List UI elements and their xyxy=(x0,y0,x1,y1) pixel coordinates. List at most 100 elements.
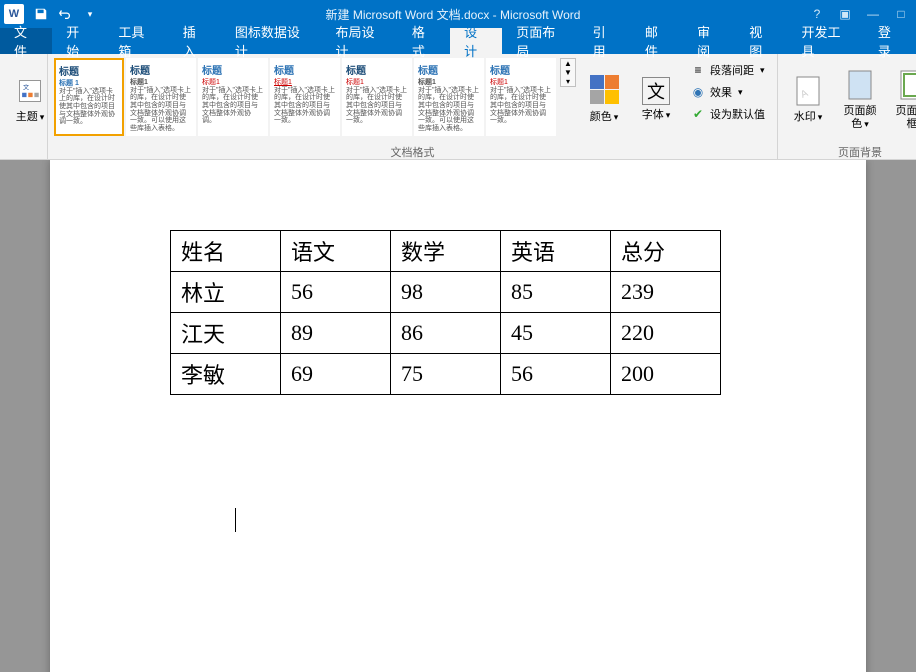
style-title: 标题 xyxy=(346,62,408,77)
effects-label: 效果 xyxy=(710,84,732,100)
table-cell[interactable]: 江天 xyxy=(171,313,281,354)
table-row[interactable]: 林立 56 98 85 239 xyxy=(171,272,721,313)
table-row[interactable]: 江天 89 86 45 220 xyxy=(171,313,721,354)
svg-text:文: 文 xyxy=(23,84,29,92)
tab-references[interactable]: 引用 xyxy=(579,28,631,54)
page-border-label: 页面边框 xyxy=(894,105,916,131)
word-app-icon: W xyxy=(4,4,24,24)
page-bg-group-label: 页面背景 xyxy=(784,142,916,160)
table-cell[interactable]: 林立 xyxy=(171,272,281,313)
style-item-5[interactable]: 标题标题1对于"插入"选项卡上的库，在设计时使其中包含的项目与文档整体外观协调一… xyxy=(342,58,412,136)
gallery-more-button[interactable]: ▾ xyxy=(561,77,575,86)
fonts-icon: 文 xyxy=(642,77,670,105)
style-item-6[interactable]: 标题标题1对于"插入"选项卡上的库，在设计时使其中包含的项目与文档整体外观协调一… xyxy=(414,58,484,136)
table-cell[interactable]: 200 xyxy=(611,354,721,395)
table-cell[interactable]: 85 xyxy=(501,272,611,313)
tab-pagelayout[interactable]: 页面布局 xyxy=(502,28,578,54)
text-cursor xyxy=(235,508,236,532)
style-item-1[interactable]: 标题标题 1对于"插入"选项卡上的库，在设计时使其中包含的项目与文档整体外观协调… xyxy=(54,58,124,136)
set-default-button[interactable]: ✔设为默认值 xyxy=(686,104,769,124)
effects-button[interactable]: ◉效果▾ xyxy=(686,82,769,102)
style-title: 标题 xyxy=(202,62,264,77)
colors-label: 颜色 xyxy=(590,111,612,123)
check-icon: ✔ xyxy=(690,106,706,122)
fonts-button[interactable]: 文 字体▾ xyxy=(632,58,680,142)
tab-review[interactable]: 审阅 xyxy=(683,28,735,54)
table-header-cell[interactable]: 姓名 xyxy=(171,231,281,272)
paragraph-spacing-button[interactable]: ≡段落间距▾ xyxy=(686,60,769,80)
tab-view[interactable]: 视图 xyxy=(735,28,787,54)
themes-button[interactable]: 文 主题▾ xyxy=(6,58,54,142)
tab-home[interactable]: 开始 xyxy=(52,28,104,54)
table-header-cell[interactable]: 数学 xyxy=(391,231,501,272)
colors-button[interactable]: 颜色▾ xyxy=(580,58,628,142)
para-spacing-label: 段落间距 xyxy=(710,62,754,78)
table-cell[interactable]: 220 xyxy=(611,313,721,354)
style-body: 对于"插入"选项卡上的库，在设计时使其中包含的项目与文档整体外观协调。 xyxy=(202,87,264,125)
style-title: 标题 xyxy=(274,62,336,77)
tab-developer[interactable]: 开发工具 xyxy=(787,28,863,54)
table-cell[interactable]: 86 xyxy=(391,313,501,354)
style-sub: 标题1 xyxy=(346,79,408,87)
tab-file[interactable]: 文件 xyxy=(0,28,52,54)
colors-icon xyxy=(588,75,620,107)
tab-mail[interactable]: 邮件 xyxy=(631,28,683,54)
tab-insert[interactable]: 插入 xyxy=(169,28,221,54)
style-item-2[interactable]: 标题标题1对于"插入"选项卡上的库，在设计时使其中包含的项目与文档整体外观协调一… xyxy=(126,58,196,136)
table-header-cell[interactable]: 语文 xyxy=(281,231,391,272)
table-cell[interactable]: 69 xyxy=(281,354,391,395)
gallery-scroll: ▲ ▼ ▾ xyxy=(560,58,576,87)
table-row[interactable]: 李敏 69 75 56 200 xyxy=(171,354,721,395)
style-body: 对于"插入"选项卡上的库，在设计时使其中包含的项目与文档整体外观协调一致。可以使… xyxy=(418,87,480,133)
tab-design[interactable]: 设计 xyxy=(450,28,502,54)
table-cell[interactable]: 75 xyxy=(391,354,501,395)
style-sub: 标题1 xyxy=(202,79,264,87)
document-area[interactable]: 姓名 语文 数学 英语 总分 林立 56 98 85 239 江天 89 86 … xyxy=(0,160,916,672)
watermark-label: 水印 xyxy=(794,111,816,123)
style-title: 标题 xyxy=(490,62,552,77)
tab-signin[interactable]: 登录 xyxy=(864,28,916,54)
data-table[interactable]: 姓名 语文 数学 英语 总分 林立 56 98 85 239 江天 89 86 … xyxy=(170,230,721,395)
gallery-down-button[interactable]: ▼ xyxy=(561,68,575,77)
document-page[interactable]: 姓名 语文 数学 英语 总分 林立 56 98 85 239 江天 89 86 … xyxy=(50,160,866,672)
table-cell[interactable]: 45 xyxy=(501,313,611,354)
tab-format[interactable]: 格式 xyxy=(398,28,450,54)
window-title: 新建 Microsoft Word 文档.docx - Microsoft Wo… xyxy=(100,6,806,23)
style-sub: 标题1 xyxy=(274,79,336,87)
gallery-up-button[interactable]: ▲ xyxy=(561,59,575,68)
style-item-3[interactable]: 标题标题1对于"插入"选项卡上的库，在设计时使其中包含的项目与文档整体外观协调。 xyxy=(198,58,268,136)
table-header-cell[interactable]: 总分 xyxy=(611,231,721,272)
tab-layoutdesign[interactable]: 布局设计 xyxy=(321,28,397,54)
table-cell[interactable]: 56 xyxy=(281,272,391,313)
table-cell[interactable]: 56 xyxy=(501,354,611,395)
style-sub: 标题1 xyxy=(130,79,192,87)
watermark-button[interactable]: A 水印▾ xyxy=(784,58,832,142)
table-cell[interactable]: 98 xyxy=(391,272,501,313)
style-sub: 标题 1 xyxy=(59,80,119,88)
style-body: 对于"插入"选项卡上的库，在设计时使其中包含的项目与文档整体外观协调一致。 xyxy=(490,87,552,125)
paragraph-spacing-icon: ≡ xyxy=(690,62,706,78)
page-border-icon xyxy=(896,69,916,101)
tab-toolbox[interactable]: 工具箱 xyxy=(104,28,168,54)
style-item-4[interactable]: 标题标题1对于"插入"选项卡上的库，在设计时使其中包含的项目与文档整体外观协调一… xyxy=(270,58,340,136)
doc-format-group-label: 文档格式 xyxy=(54,142,771,160)
style-gallery[interactable]: 标题标题 1对于"插入"选项卡上的库，在设计时使其中包含的项目与文档整体外观协调… xyxy=(54,58,556,136)
style-sub: 标题1 xyxy=(418,79,480,87)
table-cell[interactable]: 李敏 xyxy=(171,354,281,395)
style-body: 对于"插入"选项卡上的库，在设计时使其中包含的项目与文档整体外观协调一致。 xyxy=(59,88,119,126)
watermark-icon: A xyxy=(792,75,824,107)
page-color-label: 页面颜色 xyxy=(844,105,877,130)
fonts-label: 字体 xyxy=(642,109,664,121)
style-body: 对于"插入"选项卡上的库，在设计时使其中包含的项目与文档整体外观协调一致。 xyxy=(346,87,408,125)
page-border-button[interactable]: 页面边框 xyxy=(888,58,916,142)
table-header-row[interactable]: 姓名 语文 数学 英语 总分 xyxy=(171,231,721,272)
table-header-cell[interactable]: 英语 xyxy=(501,231,611,272)
page-color-button[interactable]: 页面颜色▾ xyxy=(836,58,884,142)
style-item-7[interactable]: 标题标题1对于"插入"选项卡上的库，在设计时使其中包含的项目与文档整体外观协调一… xyxy=(486,58,556,136)
set-default-label: 设为默认值 xyxy=(710,106,765,122)
table-cell[interactable]: 239 xyxy=(611,272,721,313)
ribbon: 文 主题▾ 标题标题 1对于"插入"选项卡上的库，在设计时使其中包含的项目与文档… xyxy=(0,54,916,160)
themes-label: 主题 xyxy=(16,111,38,123)
tab-chartdata[interactable]: 图标数据设计 xyxy=(221,28,322,54)
table-cell[interactable]: 89 xyxy=(281,313,391,354)
